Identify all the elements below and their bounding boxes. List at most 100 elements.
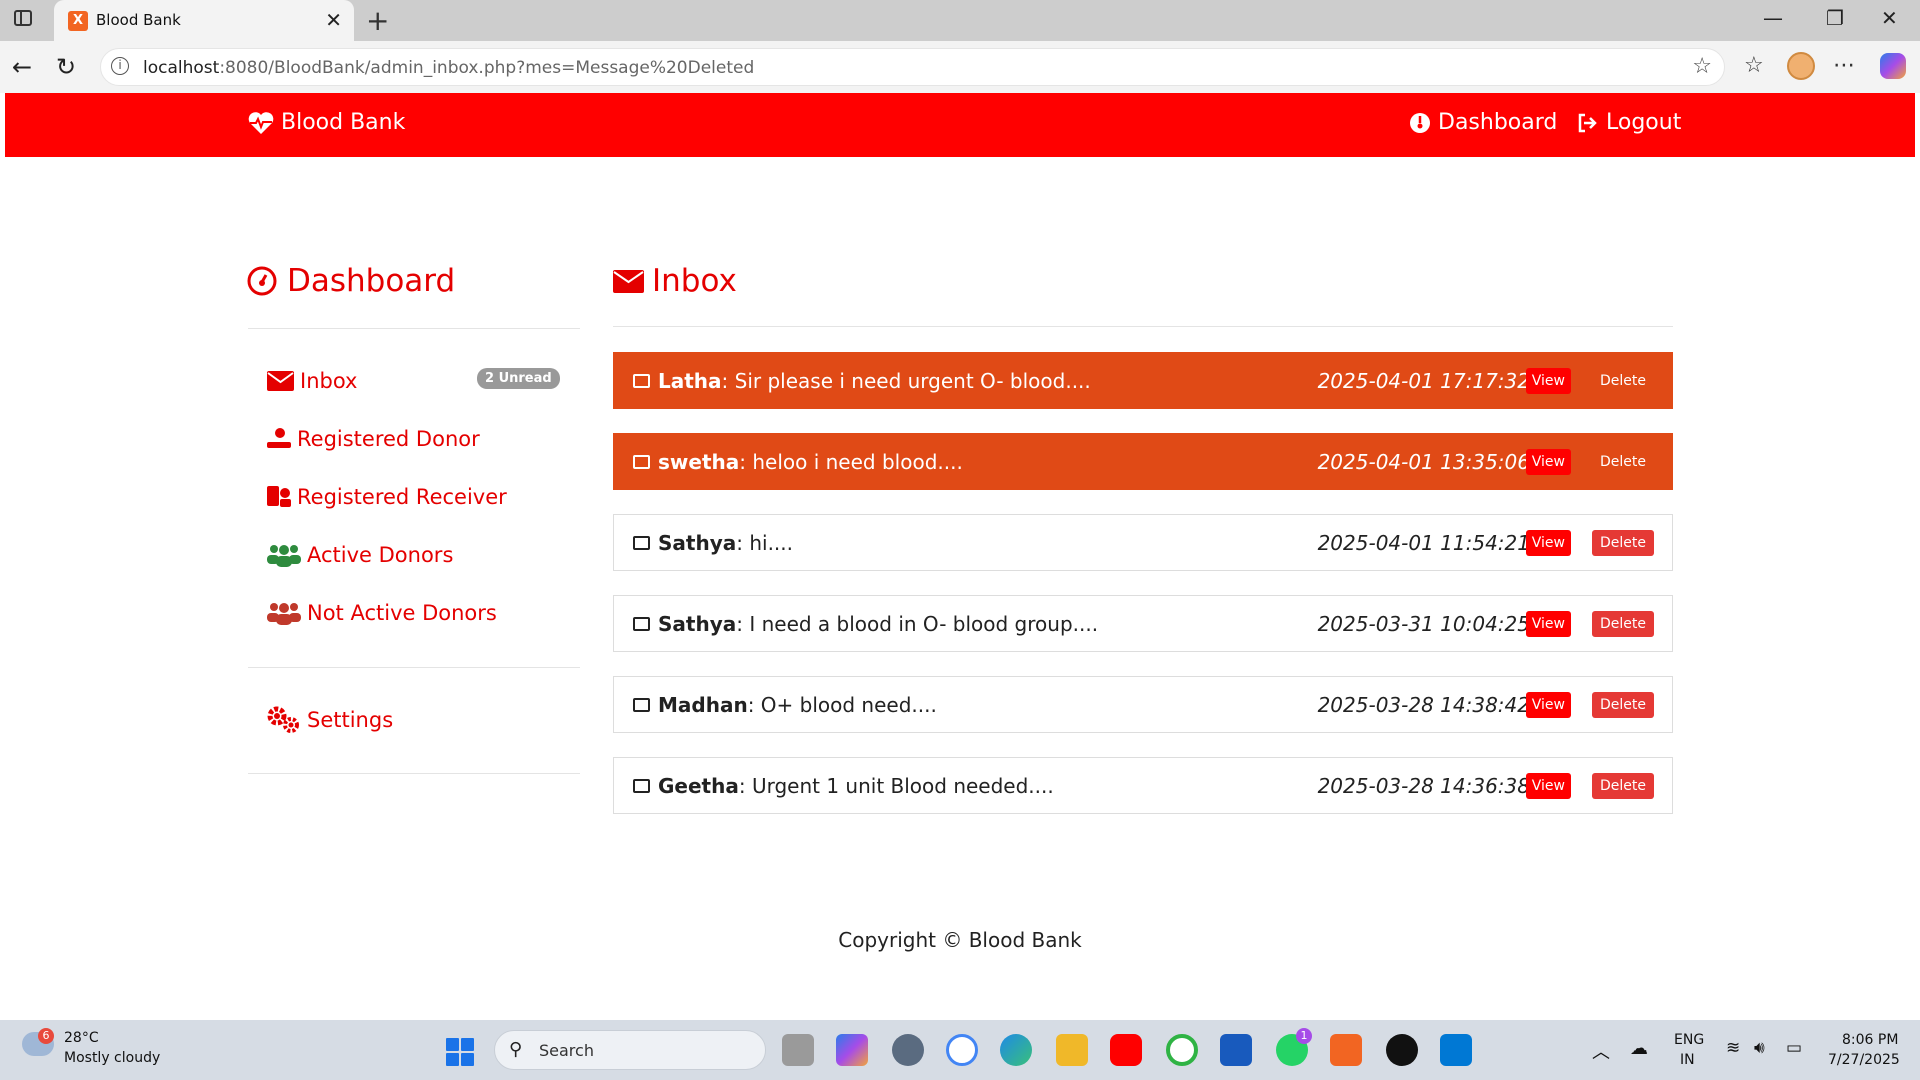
heartbeat-icon bbox=[248, 111, 274, 134]
favorite-star-icon[interactable]: ☆ bbox=[1692, 54, 1712, 79]
word-icon[interactable] bbox=[1220, 1034, 1252, 1066]
view-button[interactable]: View bbox=[1525, 530, 1571, 556]
xampp-icon[interactable] bbox=[1330, 1034, 1362, 1066]
sidebar-item-active-donors[interactable]: Active Donors bbox=[267, 543, 453, 567]
search-icon: ⚲ bbox=[509, 1039, 523, 1060]
message-row[interactable]: Geetha: Urgent 1 unit Blood needed.... 20… bbox=[613, 757, 1673, 814]
nav-logout-label: Logout bbox=[1606, 110, 1682, 135]
envelope-icon bbox=[633, 778, 650, 793]
delete-button[interactable]: Delete bbox=[1592, 773, 1654, 799]
copilot-icon[interactable] bbox=[1880, 53, 1906, 79]
view-button[interactable]: View bbox=[1525, 692, 1571, 718]
sidebar-item-inbox[interactable]: Inbox bbox=[267, 369, 357, 393]
task-view-icon[interactable] bbox=[782, 1034, 814, 1066]
vscode-icon[interactable] bbox=[1440, 1034, 1472, 1066]
profile-avatar[interactable] bbox=[1787, 52, 1815, 80]
youtube-icon[interactable] bbox=[1110, 1034, 1142, 1066]
message-preview: Sathya: I need a blood in O- blood group… bbox=[658, 612, 1098, 636]
restore-icon[interactable]: ❐ bbox=[1826, 6, 1844, 30]
message-text: : heloo i need blood.... bbox=[739, 449, 963, 474]
view-button[interactable]: View bbox=[1525, 368, 1571, 394]
view-button[interactable]: View bbox=[1525, 611, 1571, 637]
weather-temp: 28°C bbox=[64, 1030, 99, 1046]
tab-close-icon[interactable]: ✕ bbox=[325, 8, 342, 32]
nav-dashboard-link[interactable]: Dashboard bbox=[1409, 110, 1557, 135]
edge-browser-icon[interactable] bbox=[1000, 1034, 1032, 1066]
sidebar-item-registered-receiver[interactable]: Registered Receiver bbox=[267, 485, 507, 509]
envelope-icon bbox=[633, 535, 650, 550]
address-bar[interactable]: i localhost:8080/BloodBank/admin_inbox.p… bbox=[100, 48, 1725, 86]
sidebar-divider bbox=[248, 773, 580, 774]
more-menu-icon[interactable]: ⋯ bbox=[1833, 53, 1855, 78]
chrome-google-icon[interactable] bbox=[946, 1034, 978, 1066]
volume-icon[interactable]: 🔊︎ bbox=[1754, 1038, 1765, 1058]
sidebar-item-label: Registered Receiver bbox=[297, 485, 507, 509]
reload-icon[interactable]: ↻ bbox=[56, 53, 76, 81]
sidebar-item-not-active-donors[interactable]: Not Active Donors bbox=[267, 601, 497, 625]
language-code[interactable]: ENG bbox=[1674, 1032, 1704, 1048]
browser-tab-bar: X Blood Bank ✕ + — ❐ ✕ bbox=[0, 0, 1920, 41]
url-text[interactable]: localhost:8080/BloodBank/admin_inbox.php… bbox=[143, 58, 754, 78]
sidebar-item-registered-donor[interactable]: Registered Donor bbox=[267, 427, 480, 451]
view-button[interactable]: View bbox=[1525, 449, 1571, 475]
settings-app-icon[interactable] bbox=[892, 1034, 924, 1066]
start-windows-icon[interactable] bbox=[446, 1038, 474, 1066]
minimize-icon[interactable]: — bbox=[1763, 6, 1783, 30]
brand-link[interactable]: Blood Bank bbox=[247, 110, 405, 135]
delete-button[interactable]: Delete bbox=[1592, 449, 1654, 475]
copilot-app-icon[interactable] bbox=[836, 1034, 868, 1066]
window-close-icon[interactable]: ✕ bbox=[1881, 6, 1898, 30]
view-button[interactable]: View bbox=[1525, 773, 1571, 799]
region-code: IN bbox=[1680, 1052, 1695, 1068]
inbox-divider bbox=[613, 326, 1673, 327]
logout-icon bbox=[1578, 113, 1597, 132]
chatgpt-icon[interactable] bbox=[1386, 1034, 1418, 1066]
brand-text: Blood Bank bbox=[281, 110, 406, 135]
sidebar-item-label: Not Active Donors bbox=[307, 601, 497, 625]
message-text: : Urgent 1 unit Blood needed.... bbox=[738, 773, 1054, 798]
favorites-icon[interactable]: ☆ bbox=[1744, 53, 1764, 78]
dashboard-icon bbox=[1410, 112, 1430, 133]
message-date: 2025-04-01 13:35:06 bbox=[1317, 450, 1530, 474]
message-preview: Madhan: O+ blood need.... bbox=[658, 693, 937, 717]
message-sender: swetha bbox=[658, 449, 740, 474]
sidebar-item-settings[interactable]: Settings bbox=[267, 706, 393, 734]
delete-button[interactable]: Delete bbox=[1592, 611, 1654, 637]
gauge-icon bbox=[247, 266, 277, 296]
message-row[interactable]: Sathya: hi.... 2025-04-01 11:54:21 View Del… bbox=[613, 514, 1673, 571]
browser-tab[interactable]: X Blood Bank ✕ bbox=[54, 0, 354, 41]
taskbar: 6 28°C Mostly cloudy ⚲ Search 1 ︿ ☁ ENG … bbox=[0, 1020, 1920, 1080]
sidebar-divider bbox=[248, 328, 580, 329]
message-row[interactable]: Latha: Sir please i need urgent O- blood… bbox=[613, 352, 1673, 409]
battery-icon[interactable]: ▭ bbox=[1786, 1038, 1802, 1058]
green-ring-app-icon[interactable] bbox=[1166, 1034, 1198, 1066]
site-info-icon[interactable]: i bbox=[111, 57, 129, 75]
delete-button[interactable]: Delete bbox=[1592, 692, 1654, 718]
new-tab-icon[interactable]: + bbox=[366, 4, 389, 37]
taskbar-search[interactable]: ⚲ Search bbox=[494, 1030, 766, 1070]
message-row[interactable]: swetha: heloo i need blood.... 2025-04-01… bbox=[613, 433, 1673, 490]
onedrive-cloud-icon[interactable]: ☁ bbox=[1630, 1038, 1648, 1059]
tray-chevron-up-icon[interactable]: ︿ bbox=[1592, 1038, 1610, 1064]
message-text: : Sir please i need urgent O- blood.... bbox=[721, 368, 1091, 393]
tab-actions-icon[interactable] bbox=[14, 10, 32, 26]
delete-button[interactable]: Delete bbox=[1592, 368, 1654, 394]
message-date: 2025-04-01 17:17:32 bbox=[1317, 369, 1530, 393]
browser-toolbar: ← ↻ i localhost:8080/BloodBank/admin_inb… bbox=[0, 41, 1920, 93]
wifi-icon[interactable]: ≋ bbox=[1726, 1038, 1740, 1058]
sidebar-item-label: Active Donors bbox=[307, 543, 454, 567]
message-sender: Madhan bbox=[658, 692, 748, 717]
delete-button[interactable]: Delete bbox=[1592, 530, 1654, 556]
users-icon bbox=[267, 603, 301, 625]
back-icon[interactable]: ← bbox=[12, 53, 32, 81]
receiver-icon bbox=[267, 486, 291, 507]
envelope-icon bbox=[613, 269, 644, 293]
tab-title: Blood Bank bbox=[96, 11, 181, 29]
clock-time[interactable]: 8:06 PM bbox=[1842, 1032, 1898, 1048]
message-row[interactable]: Sathya: I need a blood in O- blood group… bbox=[613, 595, 1673, 652]
sidebar-item-label: Settings bbox=[307, 708, 394, 732]
file-explorer-icon[interactable] bbox=[1056, 1034, 1088, 1066]
nav-logout-link[interactable]: Logout bbox=[1577, 110, 1681, 135]
message-row[interactable]: Madhan: O+ blood need.... 2025-03-28 14:3… bbox=[613, 676, 1673, 733]
inbox-title: Inbox bbox=[613, 263, 737, 299]
